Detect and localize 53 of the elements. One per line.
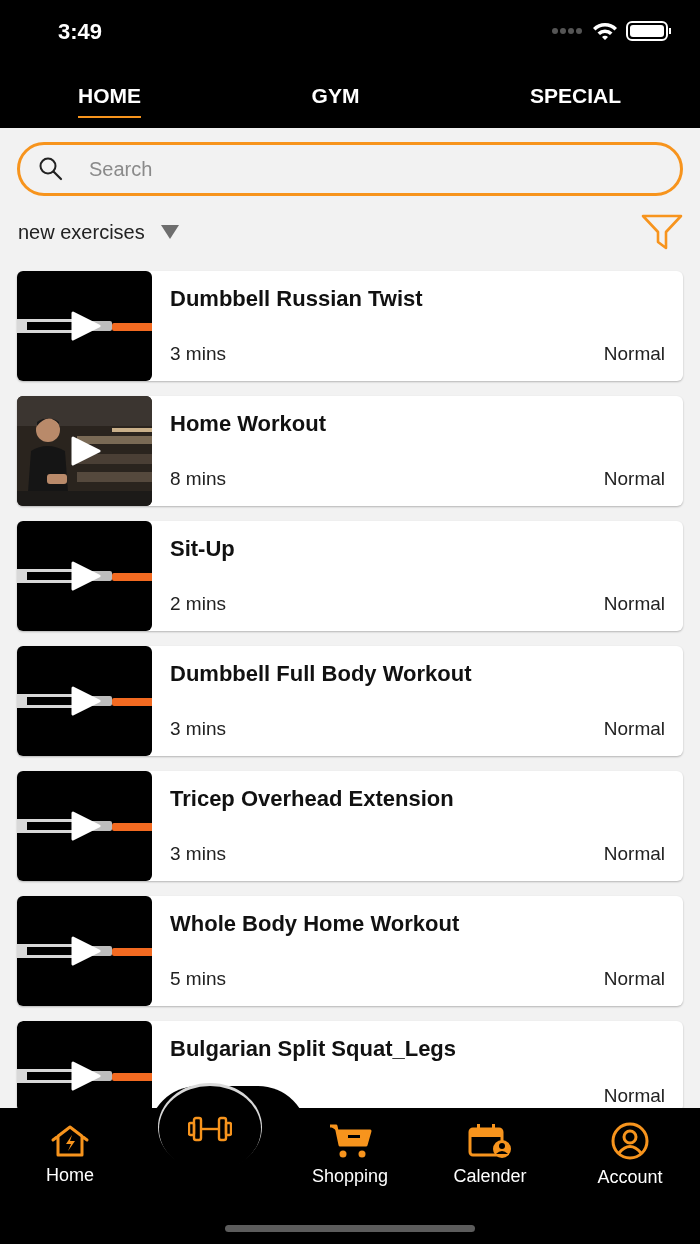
sort-dropdown[interactable]: new exercises <box>17 217 179 247</box>
play-icon <box>71 436 101 466</box>
calendar-icon <box>468 1122 512 1159</box>
difficulty-text: Normal <box>603 966 665 991</box>
play-icon <box>71 811 101 841</box>
difficulty-text: Normal <box>603 1083 665 1108</box>
play-icon <box>71 1061 101 1091</box>
exercise-card[interactable]: Whole Body Home Workout 5 mins Normal <box>17 896 683 1006</box>
exercise-card[interactable]: Sit-Up 2 mins Normal <box>17 521 683 631</box>
status-time: 3:49 <box>58 17 103 46</box>
home-icon <box>50 1123 90 1158</box>
difficulty-text: Normal <box>603 466 665 491</box>
nav-item[interactable]: Calender <box>453 1122 527 1190</box>
difficulty-text: Normal <box>603 341 665 366</box>
wifi-icon <box>592 21 618 41</box>
exercise-card[interactable]: Dumbbell Russian Twist 3 mins Normal <box>17 271 683 381</box>
search-icon <box>38 156 64 182</box>
duration-text: 3 mins <box>170 841 226 866</box>
tab[interactable]: GYM <box>311 71 360 119</box>
duration-text: 8 mins <box>170 466 226 491</box>
signal-icon <box>552 27 584 35</box>
play-icon <box>71 936 101 966</box>
play-icon <box>71 311 101 341</box>
exercise-title: Tricep Overhead Extension <box>170 785 455 813</box>
exercise-title: Bulgarian Split Squat_Legs <box>170 1035 458 1063</box>
tab[interactable]: SPECIAL <box>529 71 621 119</box>
tab[interactable]: HOME <box>78 71 141 119</box>
play-icon <box>71 561 101 591</box>
dumbbell-icon <box>188 1115 232 1143</box>
exercise-card[interactable]: Home Workout 8 mins Normal <box>17 396 683 506</box>
account-icon <box>609 1121 651 1160</box>
play-icon <box>71 686 101 716</box>
exercise-title: Home Workout <box>170 410 328 438</box>
nav-item[interactable]: Account <box>597 1121 663 1191</box>
duration-text: 2 mins <box>170 591 226 616</box>
exercise-card[interactable]: Dumbbell Full Body Workout 3 mins Normal <box>17 646 683 756</box>
duration-text: 3 mins <box>170 716 226 741</box>
difficulty-text: Normal <box>603 591 665 616</box>
search-field[interactable]: Search <box>17 142 683 196</box>
exercise-title: Whole Body Home Workout <box>170 910 461 938</box>
exercise-title: Dumbbell Full Body Workout <box>170 660 473 688</box>
caret-icon <box>160 225 179 239</box>
difficulty-text: Normal <box>603 716 665 741</box>
cart-icon <box>328 1122 372 1159</box>
nav-item[interactable]: Shopping <box>311 1122 389 1190</box>
exercise-title: Sit-Up <box>170 535 236 563</box>
duration-text: 5 mins <box>170 966 226 991</box>
nav-item[interactable]: Home <box>46 1123 94 1189</box>
battery-icon <box>626 21 672 41</box>
exercise-card[interactable]: Tricep Overhead Extension 3 mins Normal <box>17 771 683 881</box>
difficulty-text: Normal <box>603 841 665 866</box>
exercise-title: Dumbbell Russian Twist <box>170 285 424 313</box>
duration-text: 3 mins <box>170 341 226 366</box>
